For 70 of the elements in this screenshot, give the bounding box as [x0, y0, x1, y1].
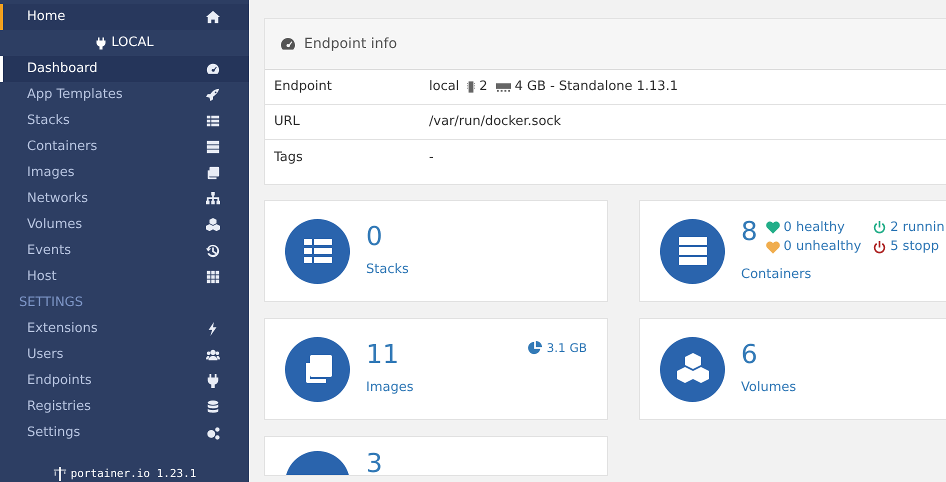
plug-icon	[95, 36, 108, 50]
sidebar-item[interactable]: Registries	[0, 394, 249, 420]
panel-title: Endpoint info	[304, 34, 398, 54]
version-text: portainer.io 1.23.1	[70, 466, 196, 482]
widget-card[interactable]: 0 Stacks	[264, 200, 608, 302]
server-icon	[206, 140, 220, 154]
power-icon	[873, 221, 886, 234]
heart-icon	[766, 221, 780, 234]
container-status: 5 stopp	[890, 238, 940, 256]
sidebar-item[interactable]: Dashboard	[0, 56, 249, 82]
sidebar-item[interactable]: Endpoints	[0, 368, 249, 394]
sidebar-item[interactable]: Settings	[0, 420, 249, 446]
widget-label: Containers	[741, 266, 812, 284]
database-icon	[206, 400, 220, 414]
sidebar-item[interactable]: Networks	[0, 186, 249, 212]
disk-size: 3.1 GB	[546, 340, 587, 357]
home-icon	[206, 10, 220, 24]
sidebar-item[interactable]: Stacks	[0, 108, 249, 134]
cubes-icon	[206, 218, 220, 232]
hierarchy-icon	[206, 192, 220, 206]
sidebar-item[interactable]: App Templates	[0, 82, 249, 108]
widget-card[interactable]: 3	[264, 436, 608, 476]
endpoint-name: local	[429, 78, 460, 96]
widget-count: 6	[741, 340, 758, 370]
pie-chart-icon	[528, 341, 542, 355]
history-icon	[206, 244, 220, 258]
table-cell-text: Tags	[273, 149, 304, 167]
sidebar-item[interactable]: Containers	[0, 134, 249, 160]
widget-label: Volumes	[741, 378, 796, 397]
sidebar-item[interactable]: Home	[0, 4, 249, 30]
section-title: SETTINGS	[19, 294, 84, 312]
memory-info: 4 GB - Standalone 1.13.1	[514, 78, 678, 96]
table-cell-text: -	[429, 149, 434, 167]
plug-icon	[206, 374, 220, 388]
widget-count: 3	[366, 451, 383, 475]
endpoint-name: LOCAL	[111, 34, 154, 52]
widget-card[interactable]: 11 Images 3.1 GB	[264, 318, 608, 420]
chip-icon	[467, 81, 476, 93]
gauge-icon	[280, 36, 296, 52]
widget-card[interactable]: 8 0 healthy 0 unhealthy 2 runnin 5 stopp Containers	[639, 200, 946, 302]
table-cell-text: /var/run/docker.sock	[429, 113, 562, 132]
cubes-icon	[676, 353, 708, 385]
sidebar-item[interactable]: Extensions	[0, 316, 249, 342]
table-cell-text: Endpoint	[273, 78, 333, 96]
copy-icon	[206, 166, 220, 180]
sidebar-item[interactable]: Host	[0, 264, 249, 290]
power-icon	[873, 240, 886, 254]
grid-icon	[206, 270, 220, 284]
health-status: 0 healthy	[784, 218, 845, 237]
widget-count: 8	[741, 218, 758, 246]
list-icon	[206, 114, 220, 128]
users-icon	[206, 348, 220, 362]
sidebar-item[interactable]: Images	[0, 160, 249, 186]
widget-card[interactable]: 6 Volumes	[639, 318, 946, 420]
rocket-icon	[206, 88, 220, 102]
table-cell-text: URL	[273, 113, 301, 132]
widget-label: Images	[366, 378, 414, 397]
memory-icon	[496, 82, 511, 92]
sidebar-item[interactable]: Events	[0, 238, 249, 264]
server-icon	[676, 235, 708, 267]
sidebar-item[interactable]: Users	[0, 342, 249, 368]
health-status: 0 unhealthy	[784, 238, 862, 256]
widget-count: 0	[366, 222, 383, 252]
container-status: 2 runnin	[890, 218, 945, 237]
heart-icon	[766, 240, 780, 254]
widget-label: Stacks	[366, 260, 409, 279]
cpu-count: 2	[479, 78, 488, 96]
gauge-icon	[206, 62, 220, 76]
widget-count: 11	[366, 340, 400, 370]
sidebar-item[interactable]: Volumes	[0, 212, 249, 238]
